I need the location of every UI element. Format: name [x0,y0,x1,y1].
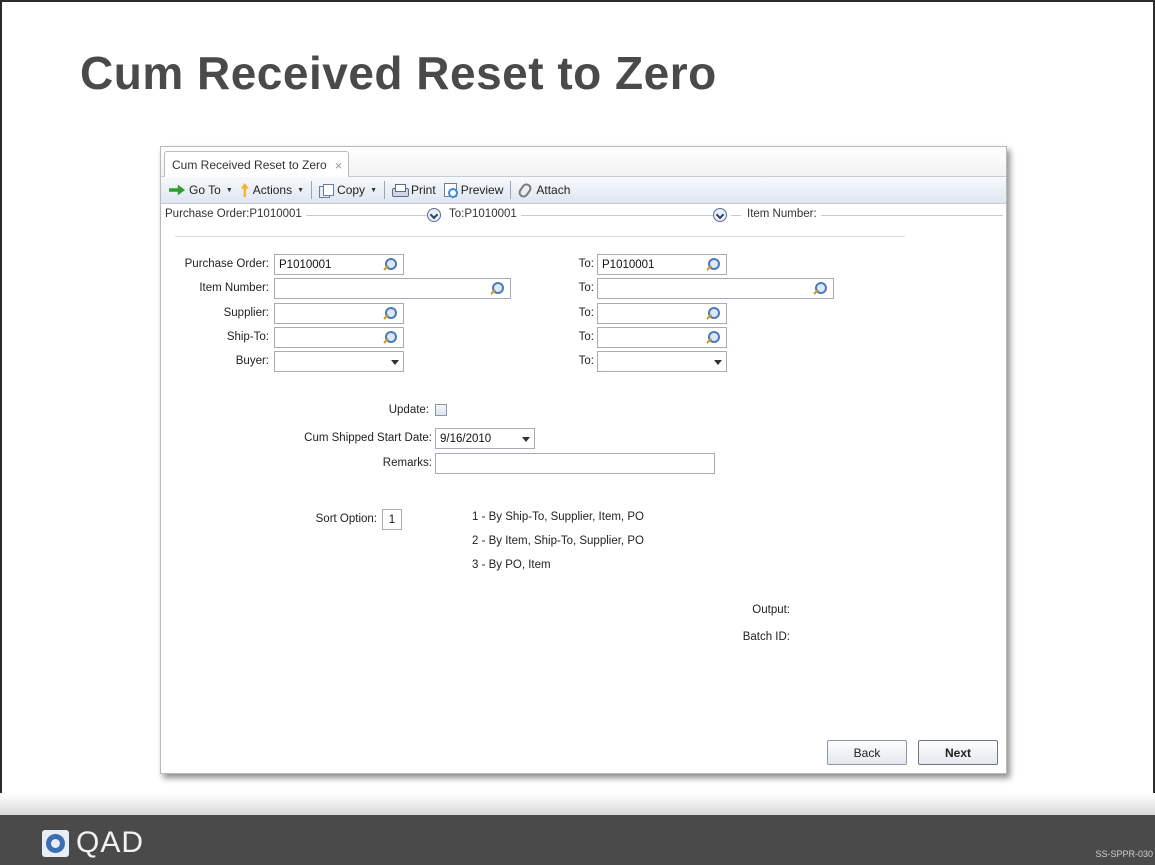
purchase-order-to-label: To: [578,258,594,270]
sort-choice-2: 2 - By Item, Ship-To, Supplier, PO [472,535,644,547]
sort-option-label: Sort Option: [315,513,377,525]
search-icon[interactable] [384,258,397,271]
sort-option-value: 1 [388,513,396,526]
qad-logo-text: QAD [76,826,145,859]
search-icon[interactable] [384,331,397,344]
slide-code: SS-SPPR-030 [1095,849,1153,859]
back-button[interactable]: Back [827,740,907,765]
toolbar-separator [384,181,385,199]
toolbar-separator [311,181,313,199]
caret-down-icon: ▼ [225,186,233,194]
ship-to-to-label: To: [578,331,594,343]
section-divider [175,236,905,237]
qad-logo: QAD [42,826,144,860]
chevron-down-icon[interactable] [427,208,441,222]
chevron-down-icon[interactable] [516,429,534,448]
buyer-to-label: To: [578,355,594,367]
ship-to-from-input[interactable] [274,327,404,348]
preview-button[interactable]: Preview [440,179,508,201]
actions-icon [240,183,249,197]
supplier-to-input[interactable] [597,303,727,324]
item-number-to-input[interactable] [597,278,834,299]
summary-purchase-order: Purchase Order:P1010001 [165,208,306,220]
purchase-order-from-value: P1010001 [279,258,332,271]
update-checkbox[interactable] [435,404,447,416]
item-number-to-label: To: [578,282,594,294]
close-icon[interactable]: × [335,158,343,173]
search-icon[interactable] [384,307,397,320]
cum-shipped-start-date-label: Cum Shipped Start Date: [304,432,432,444]
caret-down-icon: ▼ [297,186,305,194]
purchase-order-to-value: P1010001 [602,258,655,271]
qad-logo-mark-icon [42,829,69,857]
attach-label: Attach [536,183,571,197]
paperclip-icon [516,180,534,200]
next-button[interactable]: Next [918,740,998,765]
summary-to: To:P1010001 [445,208,521,220]
tab-strip: Cum Received Reset to Zero × [161,147,1006,178]
caret-down-icon: ▼ [370,186,377,194]
buyer-to-select[interactable] [597,351,727,372]
supplier-label: Supplier: [223,307,269,319]
tab-cum-received-reset[interactable]: Cum Received Reset to Zero × [164,151,350,178]
footer-gradient [0,793,1155,815]
preview-label: Preview [460,183,504,197]
application-window: Cum Received Reset to Zero × Go To ▼ Act… [160,146,1007,774]
chevron-down-icon[interactable] [708,352,726,371]
remarks-label: Remarks: [382,457,432,469]
tab-label: Cum Received Reset to Zero [172,158,327,172]
printer-icon [392,183,409,197]
print-button[interactable]: Print [388,179,440,201]
chevron-down-icon[interactable] [713,208,727,222]
supplier-from-input[interactable] [274,303,404,324]
cum-shipped-start-date-value: 9/16/2010 [440,432,492,445]
search-icon[interactable] [491,282,504,295]
batch-id-label: Batch ID: [742,631,790,643]
item-number-label: Item Number: [199,282,269,294]
cum-shipped-start-date-picker[interactable]: 9/16/2010 [435,428,535,449]
print-label: Print [411,183,436,197]
sort-choice-1: 1 - By Ship-To, Supplier, Item, PO [472,511,644,523]
ship-to-label: Ship-To: [226,331,269,343]
supplier-to-label: To: [578,307,594,319]
search-icon[interactable] [707,307,720,320]
actions-menu-button[interactable]: Actions ▼ [237,179,308,201]
preview-icon [443,183,458,198]
copy-icon [319,184,335,198]
slide-footer: QAD SS-SPPR-030 [0,815,1155,865]
buyer-from-select[interactable] [274,351,404,372]
copy-menu-button[interactable]: Copy ▼ [315,179,381,201]
goto-arrow-icon [169,184,185,196]
toolbar-separator [510,181,512,199]
sort-option-input[interactable]: 1 [382,509,402,530]
attach-button[interactable]: Attach [514,179,574,201]
buyer-label: Buyer: [235,355,269,367]
remarks-input[interactable] [435,453,715,474]
purchase-order-label: Purchase Order: [184,258,269,270]
toolbar: Go To ▼ Actions ▼ Copy ▼ Print Preview A… [161,177,1006,204]
update-label: Update: [388,404,429,416]
actions-label: Actions [252,183,293,197]
slide-title: Cum Received Reset to Zero [80,47,717,99]
item-number-from-input[interactable] [274,278,511,299]
criteria-summary-bar: Purchase Order:P1010001 To:P1010001 Item… [161,204,1006,227]
goto-label: Go To [189,183,221,197]
search-icon[interactable] [707,258,720,271]
purchase-order-from-input[interactable]: P1010001 [274,254,404,275]
chevron-down-icon[interactable] [385,352,403,371]
search-icon[interactable] [814,282,827,295]
sort-choice-3: 3 - By PO, Item [472,559,551,571]
ship-to-to-input[interactable] [597,327,727,348]
copy-label: Copy [337,183,366,197]
summary-item-number: Item Number: [741,208,821,220]
output-label: Output: [752,604,790,616]
goto-menu-button[interactable]: Go To ▼ [165,179,237,201]
purchase-order-to-input[interactable]: P1010001 [597,254,727,275]
search-icon[interactable] [707,331,720,344]
